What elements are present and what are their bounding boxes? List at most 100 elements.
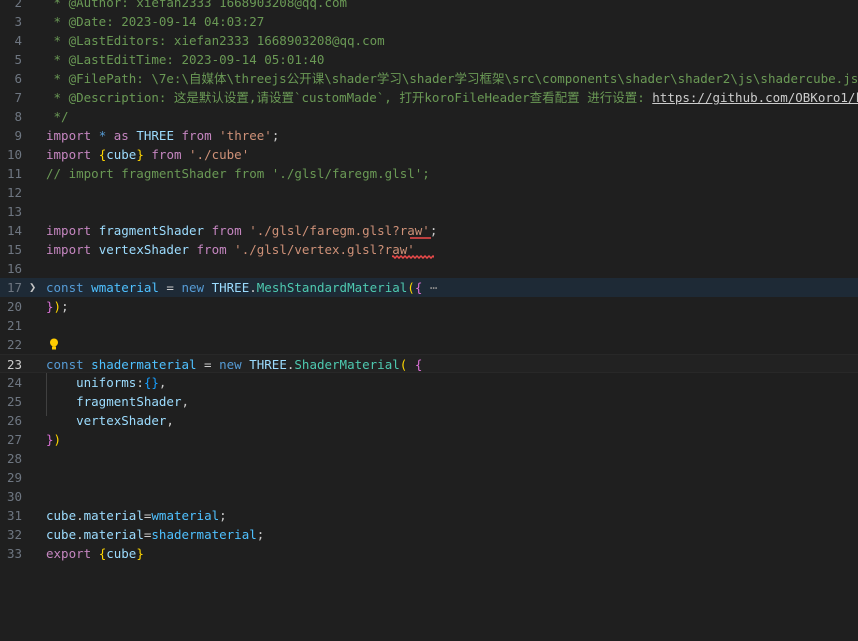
code-line[interactable]: 4 * @LastEditors: xiefan2333 1668903208@… [0,31,858,50]
line-number: 33 [6,546,22,561]
code-text: import * as THREE from 'three'; [46,126,279,145]
code-line[interactable]: 24 uniforms:{}, [0,373,858,392]
code-line[interactable]: 31 cube.material=wmaterial; [0,506,858,525]
code-text: * @FilePath: \7e:\自媒体\threejs公开课\shader学… [46,69,858,88]
code-text: fragmentShader, [46,392,189,411]
code-token: './cube' [189,147,250,162]
code-token: } [46,432,54,447]
code-line[interactable]: 15 import vertexShader from './glsl/verte… [0,240,858,259]
line-number: 11 [6,166,22,181]
code-token: THREE [211,280,250,295]
code-token: './glsl/vertex.glsl?raw' [234,242,415,257]
code-token: MeshStandardMaterial [256,280,408,295]
line-number: 20 [6,299,22,314]
code-token: uniforms [76,375,137,390]
code-line[interactable]: 13 [0,202,858,221]
code-token: ; [271,128,280,143]
code-token: cube [106,546,137,561]
code-line[interactable]: 11 // import fragmentShader from './glsl/… [0,164,858,183]
code-line[interactable]: 21 [0,316,858,335]
code-token: ⋯ [422,280,438,295]
code-token: './glsl/faregm.glsl?raw' [249,223,430,238]
code-token: as [113,128,129,143]
code-line[interactable]: 29 [0,468,858,487]
code-line[interactable]: 26 vertexShader, [0,411,858,430]
code-token: } [46,299,54,314]
line-number: 25 [6,394,22,409]
line-number: 8 [14,109,22,124]
code-text: import vertexShader from './glsl/vertex.… [46,240,415,259]
line-number: 24 [6,375,22,390]
code-line[interactable]: 10 import {cube} from './cube' [0,145,858,164]
code-token: = [158,280,182,295]
code-line[interactable]: 7 * @Description: 这是默认设置,请设置`customMade`… [0,88,858,107]
code-token: ) [53,299,62,314]
code-line[interactable]: 17 ❯ const wmaterial = new THREE.MeshStand… [0,278,858,297]
code-line[interactable]: 3 * @Date: 2023-09-14 04:03:27 [0,12,858,31]
code-token: export [46,546,92,561]
line-number: 7 [14,90,22,105]
code-token: wmaterial [91,280,159,295]
code-line[interactable]: 28 [0,449,858,468]
code-text: * @LastEditTime: 2023-09-14 05:01:40 [46,50,325,69]
code-line[interactable]: 2 * @Author: xiefan2333 1668903208@qq.co… [0,0,858,12]
code-token: cube [106,147,137,162]
line-number: 22 [6,337,22,352]
code-line[interactable]: 20}); [0,297,858,316]
line-number: 15 [6,242,22,257]
code-line[interactable]: 5 * @LastEditTime: 2023-09-14 05:01:40 [0,50,858,69]
code-token: } [136,546,144,561]
code-token: const [46,280,84,295]
code-text: cube.material=wmaterial; [46,506,227,525]
code-text: * @Date: 2023-09-14 04:03:27 [46,12,265,31]
code-text: * @Author: xiefan2333 1668903208@qq.com [46,0,348,12]
code-editor[interactable]: 2 * @Author: xiefan2333 1668903208@qq.co… [0,0,858,641]
line-number: 30 [6,489,22,504]
code-line[interactable]: 8 */ [0,107,858,126]
code-line[interactable]: 9 import * as THREE from 'three'; [0,126,858,145]
line-number: 9 [14,128,22,143]
code-token: ) [53,432,62,447]
code-line[interactable]: 32 cube.material=shadermaterial; [0,525,858,544]
code-token: cube [46,527,77,542]
chevron-right-icon[interactable]: ❯ [29,278,36,297]
code-line[interactable]: 16 [0,259,858,278]
code-line[interactable]: 12 [0,183,858,202]
code-token: THREE [249,357,287,372]
code-token: material [83,527,144,542]
code-line[interactable]: 22 [0,335,858,354]
code-token: * @Date: 2023-09-14 04:03:27 [46,14,265,29]
code-text: const shadermaterial = new THREE.ShaderM… [46,355,422,374]
code-text: const wmaterial = new THREE.MeshStandard… [46,278,437,297]
code-token: , [166,413,174,428]
code-line[interactable]: 33 export {cube} [0,544,858,563]
code-line[interactable]: 25 fragmentShader, [0,392,858,411]
code-token: * @LastEditTime: 2023-09-14 05:01:40 [46,52,325,67]
code-token: shadermaterial [91,357,197,372]
code-line[interactable]: 6 * @FilePath: \7e:\自媒体\threejs公开课\shade… [0,69,858,88]
code-token: cube [46,508,77,523]
code-line[interactable]: 30 [0,487,858,506]
code-token: const [46,357,84,372]
code-text: uniforms:{}, [46,373,166,392]
code-line[interactable]: 27}) [0,430,858,449]
code-line[interactable]: 23 const shadermaterial = new THREE.Shade… [0,354,858,373]
lightbulb-icon[interactable] [49,338,59,351]
code-token: ; [61,299,69,314]
code-line[interactable]: 14 import fragmentShader from './glsl/far… [0,221,858,240]
line-number: 31 [6,508,22,523]
code-text: * @LastEditors: xiefan2333 1668903208@qq… [46,31,385,50]
line-number: 4 [14,33,22,48]
code-text: import fragmentShader from './glsl/fareg… [46,221,437,240]
code-token: new [181,280,205,295]
code-token: import [46,147,92,162]
code-token: import [46,223,92,238]
